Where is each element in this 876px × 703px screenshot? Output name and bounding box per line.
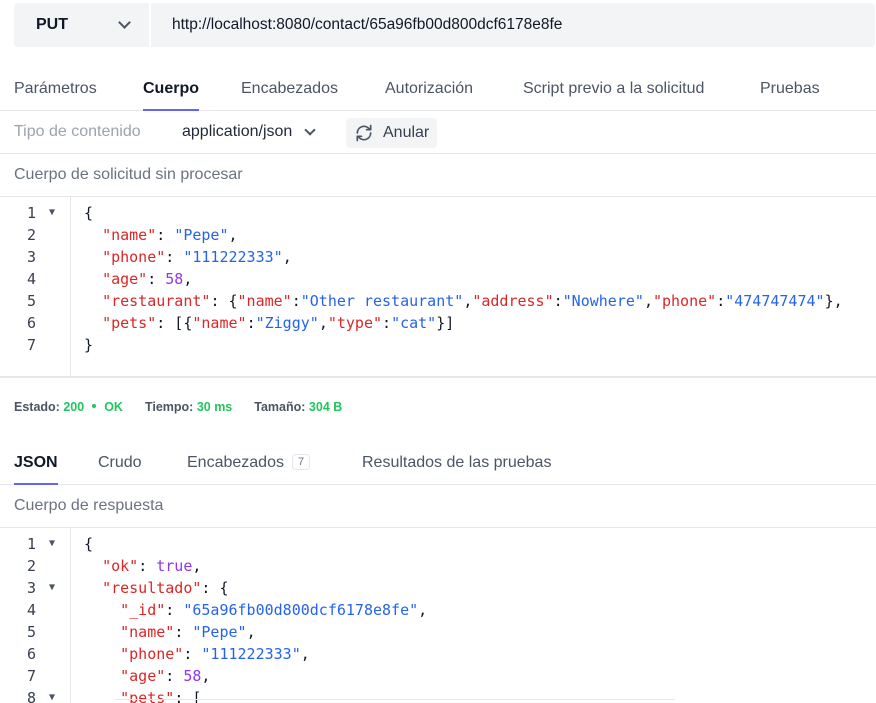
status-info: Estado: 200 OK [14,400,123,414]
code-line: 1 ▼{ [26,202,94,224]
raw-body-title: Cuerpo de solicitud sin procesar [14,166,243,183]
tab-cuerpo[interactable]: Cuerpo [143,80,199,111]
fold-arrow-icon[interactable]: ▼ [49,533,55,555]
code-line: 6 "phone": "111222333", [26,645,310,663]
content-type-row: Tipo de contenido application/json Anula… [0,111,876,154]
headers-count-badge: 7 [291,454,311,470]
method-label: PUT [36,16,68,33]
content-type-value: application/json [182,123,293,140]
method-selector[interactable]: PUT [14,3,151,47]
response-tabs: JSON Crudo Encabezados 7 Resultados de la… [0,444,876,485]
chevron-down-icon [304,123,316,136]
size-info: Tamaño: 304 B [254,400,342,414]
code-line: 2 "name": "Pepe", [26,226,238,244]
size-value: 304 B [308,400,343,414]
clear-button-label: Anular [383,124,430,141]
code-line: 5 "restaurant": {"name":"Other restauran… [26,292,843,310]
response-body-viewer[interactable]: 1 ▼{ 2 "ok": true, 3 ▼ "resultado": { 4 "_… [0,528,876,703]
code-line: 3 "phone": "111222333", [26,248,292,266]
tab-response-encabezados[interactable]: Encabezados 7 [187,454,311,472]
horizontal-scrollbar[interactable] [115,699,675,703]
response-body-header: Cuerpo de respuesta [0,485,876,528]
fold-arrow-icon[interactable]: ▼ [49,202,55,224]
tab-label: Encabezados [187,454,284,471]
tab-json[interactable]: JSON [14,454,58,485]
status-code: 200 [63,400,85,414]
code-line: 1 ▼{ [26,533,94,555]
raw-body-header: Cuerpo de solicitud sin procesar [0,154,876,197]
status-text: OK [104,400,123,414]
fold-arrow-icon[interactable]: ▼ [49,577,55,599]
code-line: 3 ▼ "resultado": { [26,577,229,599]
tab-crudo[interactable]: Crudo [98,454,142,472]
code-line: 7 "age": 58, [26,667,211,685]
tab-encabezados[interactable]: Encabezados [241,80,338,98]
code-line: 7} [26,336,94,354]
request-body-editor[interactable]: 1 ▼{ 2 "name": "Pepe", 3 "phone": "111222… [0,197,876,378]
tab-script-previo[interactable]: Script previo a la solicitud [523,80,704,98]
tab-pruebas[interactable]: Pruebas [760,80,820,98]
response-status: Estado: 200 OK Tiempo: 30 ms Tamaño: 304 … [14,400,342,414]
status-label: Estado: [14,400,60,414]
tab-parametros[interactable]: Parámetros [14,80,97,98]
request-url-bar: PUT http://localhost:8080/contact/65a96f… [14,3,875,47]
code-line: 2 "ok": true, [26,557,202,575]
time-value: 30 ms [196,400,233,414]
response-body-title: Cuerpo de respuesta [14,497,164,514]
code-line: 4 "age": 58, [26,270,193,288]
url-input[interactable]: http://localhost:8080/contact/65a96fb00d… [151,3,875,47]
fold-arrow-icon[interactable]: ▼ [49,687,55,703]
code-line: 4 "_id": "65a96fb00d800dcf6178e8fe", [26,601,428,619]
content-type-select[interactable]: application/json [182,123,316,141]
content-type-label: Tipo de contenido [14,123,141,140]
clear-button[interactable]: Anular [346,118,438,148]
code-line: 5 "name": "Pepe", [26,623,256,641]
size-label: Tamaño: [254,400,306,414]
refresh-icon [356,124,372,142]
time-info: Tiempo: 30 ms [145,400,232,414]
tab-autorizacion[interactable]: Autorización [385,80,473,98]
request-tabs: Parámetros Cuerpo Encabezados Autorizaci… [0,70,876,111]
code-line: 6 "pets": [{"name":"Ziggy","type":"cat"}… [26,314,455,332]
time-label: Tiempo: [144,400,194,414]
status-dot [92,404,97,408]
chevron-down-icon [118,16,131,29]
tab-resultados[interactable]: Resultados de las pruebas [362,454,551,472]
